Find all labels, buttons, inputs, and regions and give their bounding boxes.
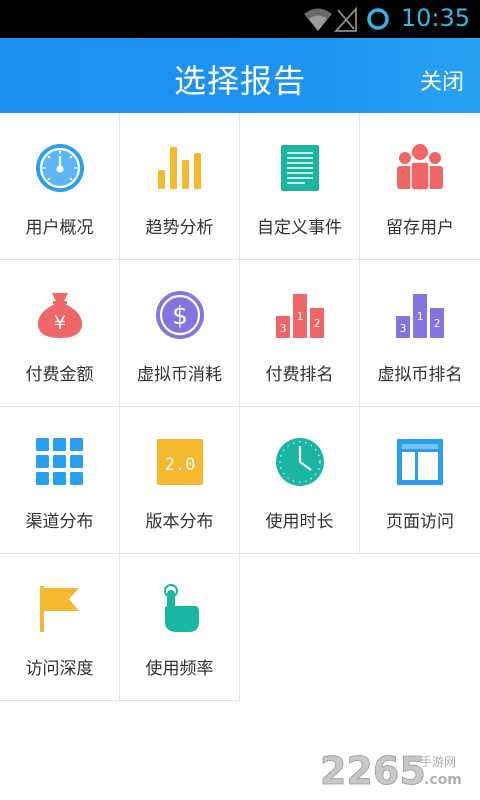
status-time: 10:35 [400,4,470,32]
flag-icon [40,586,79,632]
document-icon [281,145,319,191]
report-item-version-distribution[interactable]: 2.0 版本分布 [120,407,240,554]
money-bag-icon: ¥ [38,293,82,338]
watermark-domain: .com [424,772,462,788]
status-bar: 10:35 [0,0,480,38]
report-label: 用户概况 [25,218,94,238]
podium-icon: 3 1 2 [276,294,324,338]
report-item-payment-amount[interactable]: ¥ 付费金额 [0,260,120,407]
report-item-retained-users[interactable]: 留存用户 [360,113,480,260]
close-button[interactable]: 关闭 [420,64,464,96]
podium-icon: 3 1 2 [396,294,444,338]
grid-icon [36,438,83,485]
signal-icon [333,6,357,32]
report-item-page-visits[interactable]: 页面访问 [360,407,480,554]
report-item-user-overview[interactable]: 用户概况 [0,113,120,260]
podium-digit: 2 [434,317,441,330]
dollar-coin-icon: $ [156,291,204,339]
svg-text:$: $ [172,301,188,330]
gauge-icon [36,144,84,192]
site-watermark: 2265 手游网 .com [320,749,462,792]
status-icons [304,6,389,32]
podium-digit: 2 [314,317,321,330]
report-item-usage-frequency[interactable]: 使用频率 [120,554,240,701]
report-label: 使用时长 [265,512,334,532]
hand-tap-icon [164,584,199,632]
report-item-channel-distribution[interactable]: 渠道分布 [0,407,120,554]
report-item-payment-ranking[interactable]: 3 1 2 付费排名 [240,260,360,407]
report-item-custom-event[interactable]: 自定义事件 [240,113,360,260]
report-label: 使用频率 [145,659,214,679]
watermark-number: 2265 [320,749,426,792]
version-text: 2.0 [165,455,196,475]
watermark-suffix: 手游网 [420,755,456,769]
users-icon [397,144,443,191]
sync-icon [367,8,389,30]
report-label: 页面访问 [386,512,454,532]
bar-chart-icon [158,147,201,189]
report-item-virtual-currency-consumption[interactable]: $ 虚拟币消耗 [120,260,240,407]
report-label: 虚拟币排名 [377,365,463,385]
report-label: 留存用户 [386,218,454,238]
podium-digit: 1 [417,310,424,323]
version-icon: 2.0 [157,439,203,485]
podium-digit: 3 [400,322,407,335]
report-item-trend-analysis[interactable]: 趋势分析 [120,113,240,260]
wifi-icon [304,8,332,31]
podium-digit: 3 [280,322,287,335]
svg-text:¥: ¥ [54,312,66,334]
report-label: 付费金额 [25,365,94,385]
report-item-virtual-currency-ranking[interactable]: 3 1 2 虚拟币排名 [360,260,480,407]
app-bar: 选择报告 关闭 [0,38,480,113]
report-item-visit-depth[interactable]: 访问深度 [0,554,120,701]
report-label: 版本分布 [145,512,214,532]
report-label: 付费排名 [265,365,334,385]
layout-icon [397,439,443,485]
page-title: 选择报告 [173,62,306,100]
clock-icon [276,438,324,486]
report-label: 渠道分布 [25,512,94,532]
report-label: 访问深度 [25,659,94,679]
report-label: 趋势分析 [145,218,214,238]
report-item-usage-duration[interactable]: 使用时长 [240,407,360,554]
report-label: 虚拟币消耗 [137,365,222,385]
podium-digit: 1 [297,310,304,323]
report-label: 自定义事件 [257,218,342,238]
